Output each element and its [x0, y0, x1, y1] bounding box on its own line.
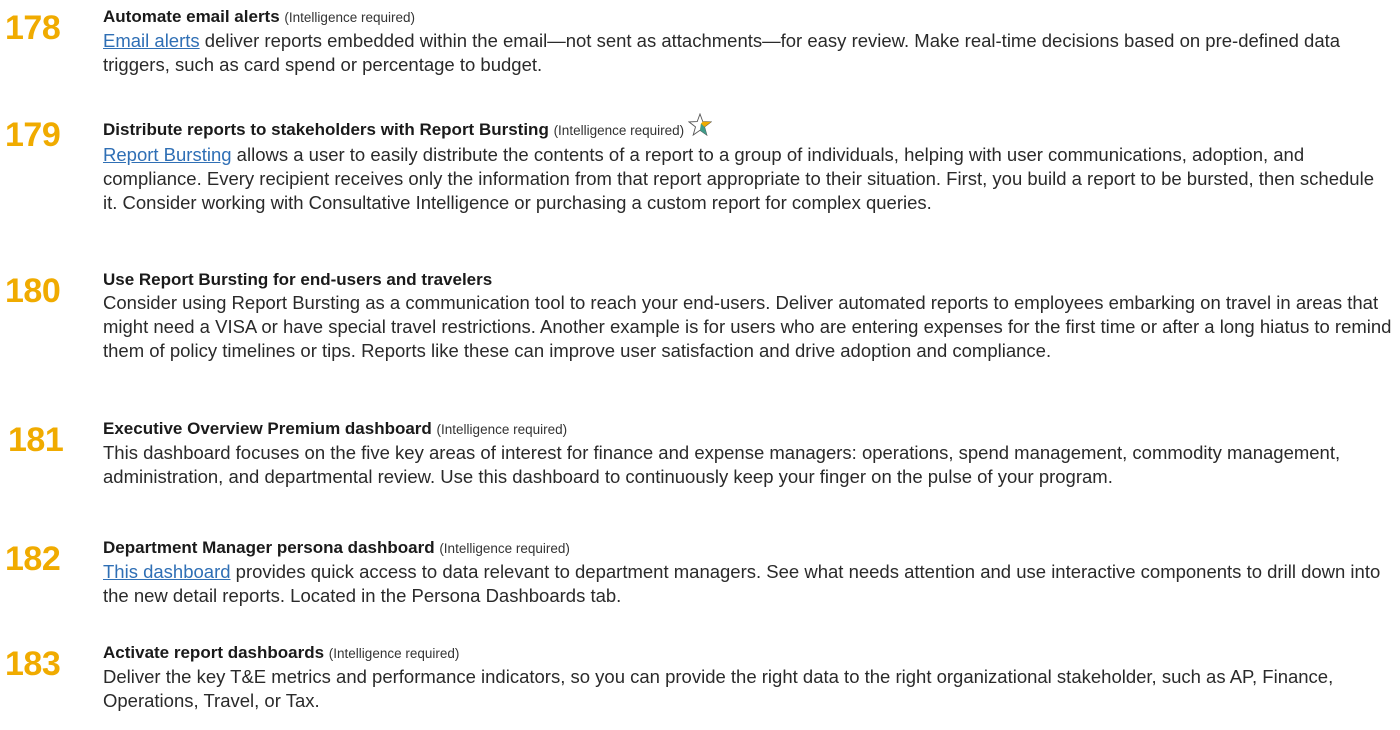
tip-requirement: (Intelligence required) [439, 541, 570, 556]
tip-heading: Automate email alerts (Intelligence requ… [103, 6, 1393, 29]
tip-body: This dashboard provides quick access to … [103, 560, 1393, 608]
tip-number: 179 [5, 116, 61, 154]
email-alerts-link[interactable]: Email alerts [103, 30, 200, 51]
tip-heading: Department Manager persona dashboard (In… [103, 537, 1393, 560]
tip-body-text: provides quick access to data relevant t… [103, 561, 1381, 606]
tip-title: Automate email alerts [103, 7, 280, 26]
tip-body: Report Bursting allows a user to easily … [103, 143, 1393, 215]
tip-body-text: Consider using Report Bursting as a comm… [103, 292, 1392, 361]
tip-requirement: (Intelligence required) [553, 123, 685, 138]
tip-title: Distribute reports to stakeholders with … [103, 120, 549, 139]
tip-heading: Distribute reports to stakeholders with … [103, 112, 1393, 143]
tip-number: 182 [5, 540, 61, 578]
this-dashboard-link[interactable]: This dashboard [103, 561, 231, 582]
tip-requirement: (Intelligence required) [436, 422, 568, 437]
tip-content: Department Manager persona dashboard (In… [103, 537, 1393, 608]
tip-body: Deliver the key T&E metrics and performa… [103, 665, 1393, 713]
tip-title: Department Manager persona dashboard [103, 538, 435, 557]
tip-content: Use Report Bursting for end-users and tr… [103, 269, 1393, 363]
tip-body: This dashboard focuses on the five key a… [103, 441, 1393, 489]
tip-number: 178 [5, 9, 61, 47]
tip-body-text: deliver reports embedded within the emai… [103, 30, 1341, 75]
tip-title: Activate report dashboards [103, 643, 325, 662]
tip-body-text: Deliver the key T&E metrics and performa… [103, 666, 1334, 711]
tip-heading: Executive Overview Premium dashboard (In… [103, 418, 1393, 441]
star-icon [687, 112, 713, 143]
tip-requirement: (Intelligence required) [328, 646, 460, 661]
tip-number: 180 [5, 272, 61, 310]
tip-content: Distribute reports to stakeholders with … [103, 112, 1393, 215]
tip-number: 181 [8, 421, 64, 459]
tip-heading: Activate report dashboards (Intelligence… [103, 642, 1393, 665]
tip-requirement: (Intelligence required) [284, 10, 415, 25]
tip-body-text: This dashboard focuses on the five key a… [103, 442, 1341, 487]
tip-heading: Use Report Bursting for end-users and tr… [103, 269, 1393, 291]
tip-number: 183 [5, 645, 61, 683]
tip-content: Automate email alerts (Intelligence requ… [103, 6, 1393, 77]
tip-body-text: allows a user to easily distribute the c… [103, 144, 1374, 213]
tip-content: Executive Overview Premium dashboard (In… [103, 418, 1393, 489]
report-bursting-link[interactable]: Report Bursting [103, 144, 232, 165]
tip-body: Consider using Report Bursting as a comm… [103, 291, 1393, 363]
tip-content: Activate report dashboards (Intelligence… [103, 642, 1393, 713]
tip-title: Executive Overview Premium dashboard [103, 419, 432, 438]
tip-body: Email alerts deliver reports embedded wi… [103, 29, 1393, 77]
tip-title: Use Report Bursting for end-users and tr… [103, 270, 493, 289]
